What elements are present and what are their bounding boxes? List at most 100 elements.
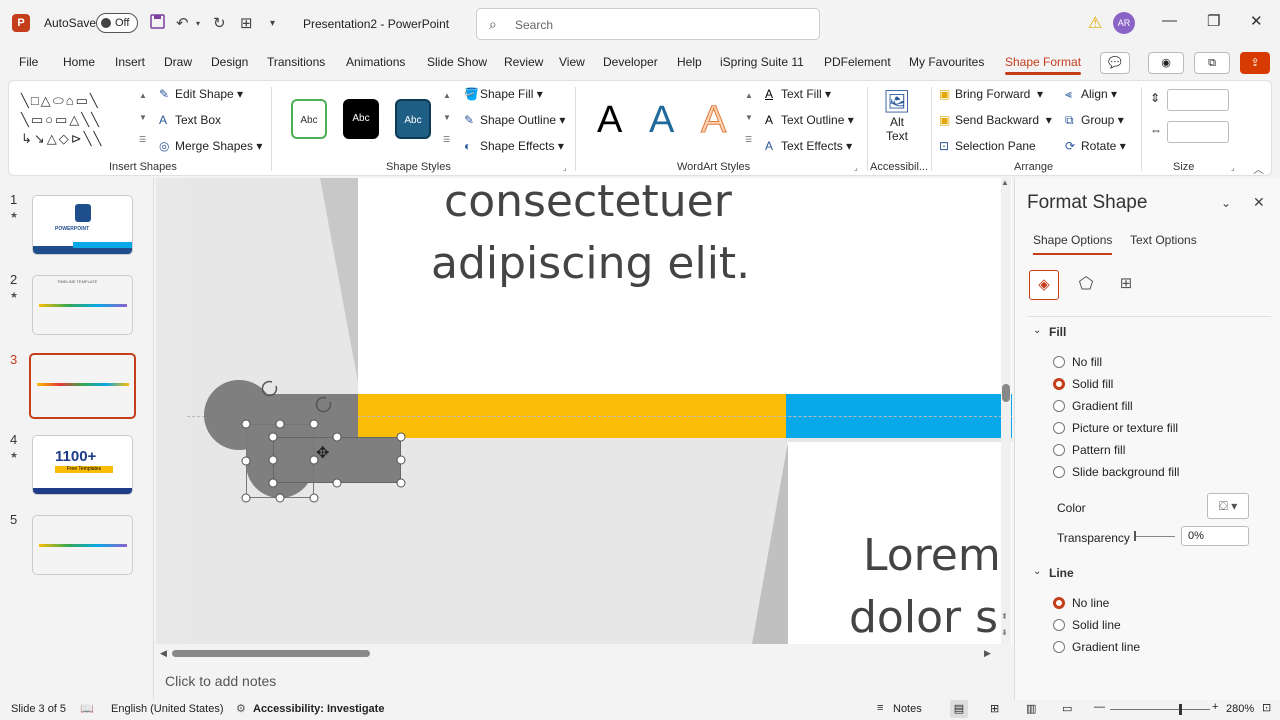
- redo-icon[interactable]: ↻: [213, 14, 226, 32]
- zoom-slider-thumb[interactable]: [1179, 704, 1182, 715]
- radio-gradient-fill[interactable]: Gradient fill: [1053, 399, 1133, 413]
- styles-up-icon[interactable]: ▲: [443, 91, 451, 100]
- tab-insert[interactable]: Insert: [115, 55, 145, 69]
- customize-toolbar-icon[interactable]: ▾: [270, 18, 275, 29]
- radio-slide-background-fill[interactable]: Slide background fill: [1053, 465, 1179, 479]
- send-backward-button[interactable]: ▣ Send Backward ▾: [939, 113, 1052, 127]
- teams-button[interactable]: ⧉: [1194, 52, 1230, 74]
- tab-text-options[interactable]: Text Options: [1130, 233, 1197, 247]
- tab-developer[interactable]: Developer: [603, 55, 658, 69]
- transparency-slider[interactable]: [1135, 536, 1175, 537]
- previous-slide-icon[interactable]: ⇞: [1001, 612, 1008, 621]
- size-properties-icon[interactable]: ⊞: [1111, 270, 1141, 300]
- next-slide-icon[interactable]: ⇟: [1001, 628, 1008, 637]
- shape-outline-button[interactable]: ✎ Shape Outline ▾: [464, 113, 565, 127]
- size-launcher-icon[interactable]: ⌟: [1231, 163, 1235, 172]
- effects-pentagon-icon[interactable]: ⬠: [1071, 270, 1101, 300]
- tab-draw[interactable]: Draw: [164, 55, 192, 69]
- radio-button[interactable]: [1053, 619, 1065, 631]
- radio-button[interactable]: [1053, 400, 1065, 412]
- reading-view-icon[interactable]: ▥: [1026, 702, 1036, 715]
- tab-shape-format[interactable]: Shape Format: [1005, 55, 1082, 75]
- radio-picture-fill[interactable]: Picture or texture fill: [1053, 421, 1178, 435]
- slide-sorter-icon[interactable]: ⊞: [990, 702, 999, 715]
- edit-shape-button[interactable]: ✎ Edit Shape ▾: [159, 87, 243, 101]
- tab-shape-options[interactable]: Shape Options: [1033, 233, 1113, 255]
- bottom-text-line1[interactable]: Lorem: [863, 530, 1001, 581]
- style-preset-outline[interactable]: Abc: [291, 99, 327, 139]
- wordart-down-icon[interactable]: ▼: [745, 113, 753, 122]
- radio-button[interactable]: [1053, 641, 1065, 653]
- slide-canvas[interactable]: consectetuer adipiscing elit. Lorem dolo…: [156, 178, 1012, 644]
- bring-forward-button[interactable]: ▣ Bring Forward ▾: [939, 87, 1043, 101]
- zoom-out-icon[interactable]: —: [1094, 701, 1105, 713]
- spellcheck-icon[interactable]: 📖: [80, 702, 94, 715]
- top-text-line2[interactable]: adipiscing elit.: [431, 238, 750, 289]
- merge-shapes-button[interactable]: ◎ Merge Shapes ▾: [159, 139, 262, 153]
- normal-view-icon[interactable]: ▤: [950, 700, 968, 718]
- width-input[interactable]: [1167, 121, 1229, 143]
- radio-no-fill[interactable]: No fill: [1053, 355, 1102, 369]
- slide-thumbnail-3[interactable]: [29, 353, 136, 419]
- warning-icon[interactable]: ⚠: [1088, 13, 1102, 33]
- selection-pane-button[interactable]: ⊡ Selection Pane: [939, 139, 1036, 153]
- record-button[interactable]: ◉: [1148, 52, 1184, 74]
- notes-button[interactable]: Notes: [893, 703, 922, 715]
- style-preset-blue[interactable]: Abc: [395, 99, 431, 139]
- radio-gradient-line[interactable]: Gradient line: [1053, 640, 1140, 654]
- gallery-up-icon[interactable]: ▲: [139, 91, 147, 100]
- tab-file[interactable]: File: [19, 55, 38, 69]
- gallery-more-icon[interactable]: ☰: [139, 135, 146, 144]
- radio-button[interactable]: [1053, 597, 1065, 609]
- fit-to-window-icon[interactable]: ⊡: [1262, 701, 1271, 714]
- styles-down-icon[interactable]: ▼: [443, 113, 451, 122]
- transparency-input[interactable]: 0%: [1181, 526, 1249, 546]
- line-section-title[interactable]: Line: [1049, 566, 1074, 580]
- slide-thumbnail-4[interactable]: 1100+ Free Templates: [32, 435, 133, 495]
- bottom-text-line2[interactable]: dolor s: [849, 592, 998, 643]
- tab-review[interactable]: Review: [504, 55, 543, 69]
- notes-pane[interactable]: Click to add notes: [156, 666, 1012, 696]
- accessibility-status[interactable]: Accessibility: Investigate: [253, 703, 384, 715]
- wordart-up-icon[interactable]: ▲: [745, 91, 753, 100]
- tab-slide-show[interactable]: Slide Show: [427, 55, 487, 69]
- wordart-black[interactable]: A: [597, 99, 622, 142]
- radio-button[interactable]: [1053, 466, 1065, 478]
- radio-button[interactable]: [1053, 378, 1065, 390]
- transparency-slider-thumb[interactable]: [1134, 531, 1136, 541]
- shape-effects-button[interactable]: ◐ Shape Effects ▾: [464, 139, 564, 153]
- tab-animations[interactable]: Animations: [346, 55, 405, 69]
- tab-home[interactable]: Home: [63, 55, 95, 69]
- radio-button[interactable]: [1053, 444, 1065, 456]
- alt-text-button[interactable]: 🖼 Alt Text: [877, 89, 917, 143]
- zoom-level[interactable]: 280%: [1226, 703, 1254, 715]
- scroll-right-icon[interactable]: ▶: [984, 648, 991, 659]
- share-button[interactable]: ⇪: [1240, 52, 1270, 74]
- wordart-launcher-icon[interactable]: ⌟: [854, 163, 858, 172]
- tab-pdfelement[interactable]: PDFelement: [824, 55, 891, 69]
- color-picker-button[interactable]: ⛋ ▾: [1207, 493, 1249, 519]
- radio-no-line[interactable]: No line: [1053, 596, 1109, 610]
- tab-help[interactable]: Help: [677, 55, 702, 69]
- radio-button[interactable]: [1053, 356, 1065, 368]
- text-outline-button[interactable]: A Text Outline ▾: [765, 113, 854, 127]
- panel-options-icon[interactable]: ⌄: [1221, 196, 1231, 210]
- tab-my-favourites[interactable]: My Favourites: [909, 55, 984, 69]
- save-icon[interactable]: [150, 14, 165, 33]
- minimize-icon[interactable]: —: [1162, 12, 1177, 29]
- wordart-orange[interactable]: A: [700, 99, 726, 142]
- text-box-button[interactable]: A Text Box: [159, 113, 221, 127]
- radio-pattern-fill[interactable]: Pattern fill: [1053, 443, 1125, 457]
- zoom-slider[interactable]: [1110, 709, 1210, 710]
- slideshow-view-icon[interactable]: ▭: [1062, 702, 1072, 715]
- text-effects-button[interactable]: A Text Effects ▾: [765, 139, 852, 153]
- search-box[interactable]: ⌕ Search: [476, 8, 820, 40]
- shape-fill-button[interactable]: 🪣Shape Fill ▾: [464, 87, 543, 101]
- horizontal-scrollbar[interactable]: ◀ ▶: [156, 644, 1012, 664]
- collapse-ribbon-icon[interactable]: ︿: [1253, 161, 1264, 177]
- tab-transitions[interactable]: Transitions: [267, 55, 325, 69]
- style-preset-black[interactable]: Abc: [343, 99, 379, 139]
- tab-view[interactable]: View: [559, 55, 585, 69]
- tab-design[interactable]: Design: [211, 55, 248, 69]
- present-icon[interactable]: ⊞: [240, 14, 253, 32]
